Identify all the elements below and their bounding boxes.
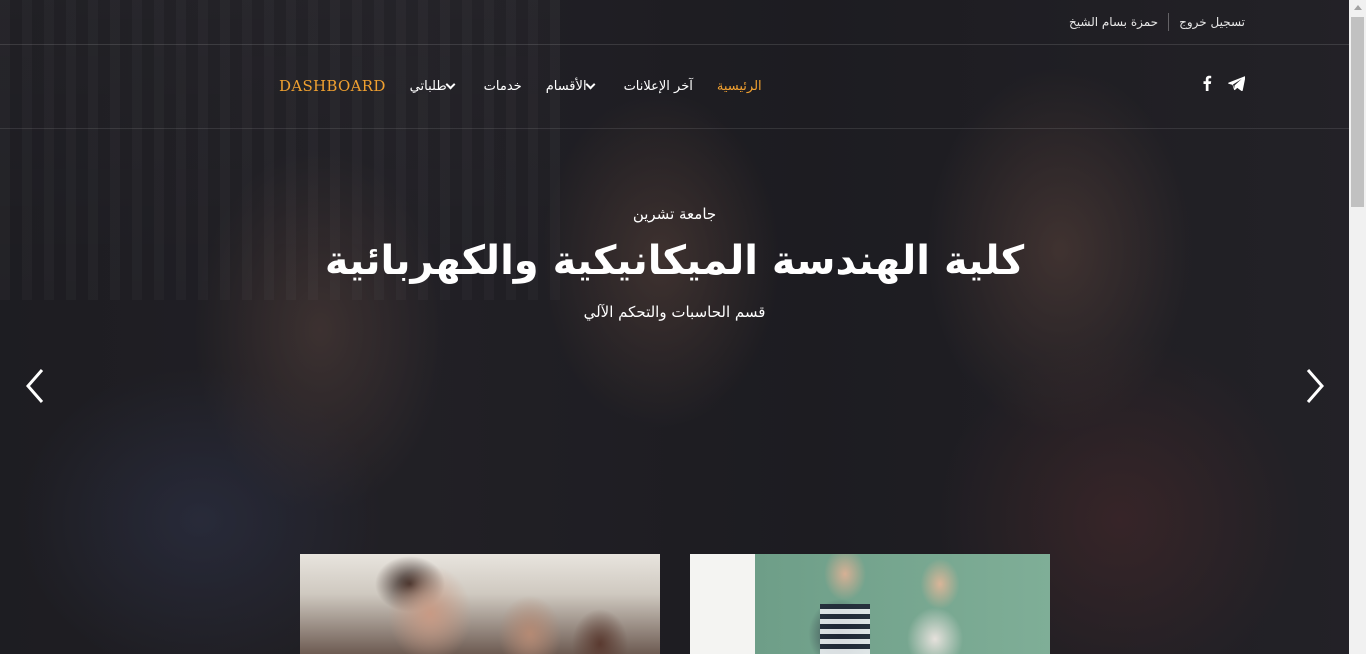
nav-item-dashboard-label: DASHBOARD bbox=[279, 77, 386, 95]
feature-card-students-image[interactable] bbox=[300, 554, 660, 654]
main-navigation: الرئيسية آخر الإعلانات الأقسام خدمات طلب… bbox=[0, 45, 1349, 129]
top-bar: تسجيل خروج حمزة بسام الشيخ bbox=[0, 0, 1349, 45]
nav-item-services-label: خدمات bbox=[483, 78, 522, 94]
nav-menu: الرئيسية آخر الإعلانات الأقسام خدمات طلب… bbox=[255, 77, 762, 95]
scroll-up-arrow-icon[interactable] bbox=[1354, 5, 1362, 10]
chevron-down-icon bbox=[445, 79, 456, 90]
card-image-detail bbox=[820, 604, 870, 654]
logout-link[interactable]: تسجيل خروج bbox=[1179, 15, 1245, 29]
nav-item-latest-ads[interactable]: آخر الإعلانات bbox=[624, 79, 693, 94]
chevron-left-icon bbox=[26, 369, 44, 403]
nav-item-my-requests[interactable]: طلباتي bbox=[410, 79, 460, 94]
hero-caption: جامعة تشرين كلية الهندسة الميكانيكية وال… bbox=[0, 205, 1349, 321]
nav-item-dashboard[interactable]: DASHBOARD bbox=[279, 77, 386, 95]
chevron-right-icon bbox=[1306, 369, 1324, 403]
nav-item-departments-label: الأقسام bbox=[545, 78, 587, 94]
page: تسجيل خروج حمزة بسام الشيخ الرئيسية آخر … bbox=[0, 0, 1366, 654]
nav-item-departments[interactable]: الأقسام bbox=[546, 79, 600, 94]
hero-university: جامعة تشرين bbox=[632, 205, 717, 223]
telegram-icon[interactable] bbox=[1228, 75, 1245, 91]
nav-item-latest-ads-label: آخر الإعلانات bbox=[623, 78, 693, 94]
user-name-link[interactable]: حمزة بسام الشيخ bbox=[1069, 15, 1158, 29]
nav-item-my-requests-label: طلباتي bbox=[409, 78, 447, 94]
hero-department: قسم الحاسبات والتحكم الآلي bbox=[583, 303, 766, 321]
nav-item-home[interactable]: الرئيسية bbox=[717, 79, 762, 94]
topbar-divider bbox=[1168, 13, 1170, 31]
slider-prev-button[interactable] bbox=[20, 368, 52, 404]
nav-item-services[interactable]: خدمات bbox=[484, 79, 522, 94]
scrollbar-thumb[interactable] bbox=[1351, 17, 1364, 207]
feature-card-classroom-image[interactable] bbox=[690, 554, 1050, 654]
slider-next-button[interactable] bbox=[1298, 368, 1330, 404]
hero-title: كلية الهندسة الميكانيكية والكهربائية bbox=[324, 238, 1025, 284]
nav-item-home-label: الرئيسية bbox=[716, 78, 762, 94]
social-links bbox=[1186, 75, 1245, 91]
user-links: تسجيل خروج حمزة بسام الشيخ bbox=[1069, 13, 1245, 31]
facebook-icon[interactable] bbox=[1202, 75, 1212, 91]
page-scrollbar[interactable] bbox=[1349, 0, 1366, 654]
